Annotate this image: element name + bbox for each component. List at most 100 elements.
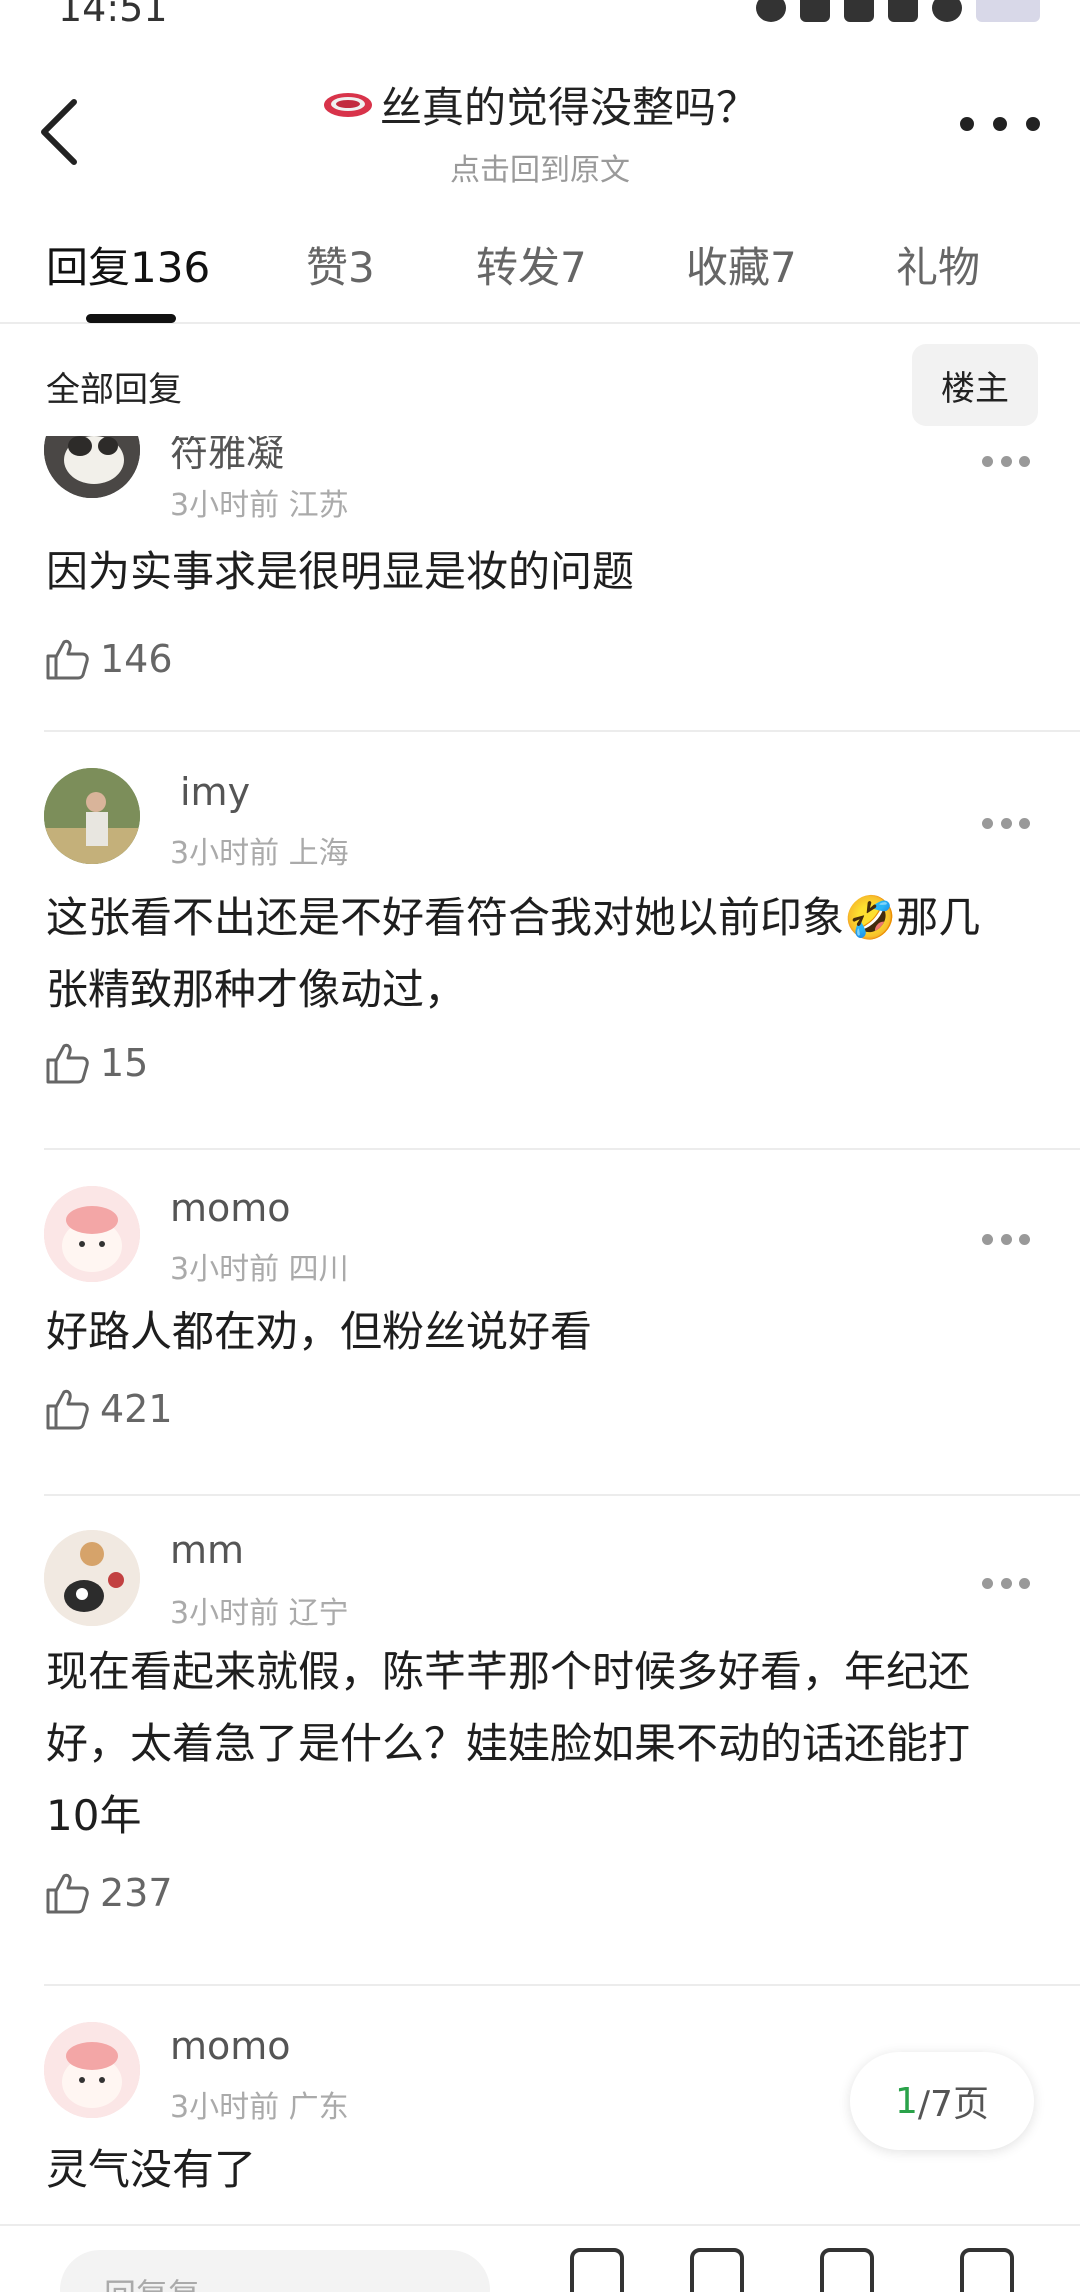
comment-meta: 3小时前 广东 — [170, 2090, 349, 2125]
like-button[interactable]: 237 — [44, 1870, 173, 1916]
hd-icon — [844, 0, 874, 22]
gift-icon[interactable] — [960, 2248, 1014, 2292]
more-dot-icon — [1000, 818, 1012, 829]
more-dot-icon — [1019, 1578, 1030, 1589]
comment-more-button[interactable] — [982, 818, 1030, 832]
tab-replies[interactable]: 回复136 — [46, 234, 210, 295]
comment-meta: 3小时前 辽宁 — [170, 1596, 349, 1631]
thumbs-up-icon — [46, 639, 89, 680]
more-dot-icon — [982, 1234, 993, 1245]
tab-label: 收藏 — [686, 243, 771, 292]
more-options-button[interactable] — [960, 104, 1040, 144]
comment-username[interactable]: imy — [180, 770, 250, 814]
comment-username[interactable]: momo — [170, 1186, 291, 1230]
more-dot-icon — [982, 1578, 993, 1589]
tab-count: 3 — [348, 243, 375, 292]
back-to-post-link[interactable]: 点击回到原文 — [200, 145, 880, 189]
user-avatar[interactable] — [44, 768, 140, 864]
avatar-image — [44, 1530, 140, 1626]
comment-meta: 3小时前 江苏 — [170, 488, 349, 523]
avatar-image — [44, 768, 140, 864]
thumbs-up-icon — [46, 1389, 89, 1430]
like-count: 146 — [100, 637, 173, 681]
comment-more-button[interactable] — [982, 1578, 1030, 1592]
comment-item: imy 3小时前 上海 这张看不出还是不好看符合我对她以前印象🤣那几张精致那种才… — [44, 732, 1080, 1150]
page-indicator[interactable]: 1/7页 — [850, 2052, 1034, 2150]
reply-input[interactable]: 回复复 — [60, 2250, 490, 2292]
tab-favorites[interactable]: 收藏7 — [686, 234, 797, 295]
share-icon[interactable] — [690, 2248, 744, 2292]
more-dot-icon — [1019, 1234, 1030, 1245]
more-dot-icon — [982, 456, 993, 467]
post-title-text: 丝真的觉得没整吗？ — [379, 83, 758, 132]
tab-gifts[interactable]: 礼物 — [896, 234, 980, 295]
like-button[interactable]: 146 — [44, 636, 173, 682]
current-page: 1 — [895, 2080, 918, 2122]
like-button[interactable]: 421 — [44, 1386, 173, 1432]
comment-text: 因为实事求是很明显是妆的问题 — [46, 547, 635, 596]
comment-more-button[interactable] — [982, 1234, 1030, 1248]
all-replies-label[interactable]: 全部回复 — [46, 362, 182, 411]
back-button[interactable] — [30, 92, 90, 172]
avatar-image — [44, 436, 140, 498]
tab-label: 转发 — [476, 243, 561, 292]
steak-emoji-icon — [323, 92, 372, 117]
user-avatar[interactable] — [44, 1186, 140, 1282]
wifi-icon — [932, 0, 962, 22]
comment-username[interactable]: 符雅凝 — [170, 436, 284, 477]
more-dot-icon — [1000, 456, 1012, 467]
more-dot-icon — [982, 818, 993, 829]
comment-meta: 3小时前 上海 — [170, 836, 349, 871]
like-button[interactable]: 15 — [44, 1040, 148, 1086]
tab-count: 7 — [560, 243, 587, 292]
avatar-image — [44, 1186, 140, 1282]
like-icon[interactable] — [570, 2248, 624, 2292]
comment-icon[interactable] — [820, 2248, 874, 2292]
tab-label: 礼物 — [896, 243, 981, 292]
tab-bar: 回复136 赞3 转发7 收藏7 礼物 — [0, 228, 1080, 324]
comment-text: 这张看不出还是不好看符合我对她以前印象🤣那几张精致那种才像动过， — [46, 893, 981, 1014]
more-dot-icon — [1000, 1234, 1012, 1245]
post-title: 丝真的觉得没整吗？ — [322, 74, 758, 135]
filter-row: 全部回复 楼主 — [0, 340, 1080, 430]
comment-username[interactable]: mm — [170, 1528, 244, 1572]
tab-label: 回复 — [46, 243, 131, 292]
comment-item: 符雅凝 3小时前 江苏 因为实事求是很明显是妆的问题 146 — [44, 436, 1080, 732]
more-dot-icon — [960, 117, 974, 131]
comment-text: 现在看起来就假，陈芊芊那个时候多好看，年纪还好，太着急了是什么？娃娃脸如果不动的… — [46, 1647, 971, 1840]
user-avatar[interactable] — [44, 2022, 140, 2118]
comment-text: 好路人都在劝，但粉丝说好看 — [46, 1307, 593, 1356]
like-count: 237 — [100, 1871, 173, 1915]
more-dot-icon — [1000, 1578, 1012, 1589]
comment-more-button[interactable] — [982, 456, 1030, 470]
tab-likes[interactable]: 赞3 — [306, 234, 375, 295]
user-avatar[interactable] — [44, 436, 140, 498]
signal-icon — [888, 0, 918, 22]
total-pages: /7页 — [917, 2084, 989, 2125]
bottom-action-bar: 回复复 — [0, 2224, 1080, 2292]
comment-text: 灵气没有了 — [46, 2145, 257, 2194]
like-count: 421 — [100, 1387, 173, 1431]
battery-icon — [976, 0, 1040, 22]
tab-count: 136 — [130, 243, 211, 292]
more-dot-icon — [993, 117, 1007, 131]
status-icons — [756, 0, 1040, 22]
title-area[interactable]: 丝真的觉得没整吗？ 点击回到原文 — [200, 74, 880, 189]
alarm-icon — [756, 0, 786, 22]
chevron-left-icon — [41, 99, 77, 165]
status-bar: 14:51 — [0, 0, 1080, 36]
comment-meta: 3小时前 四川 — [170, 1252, 349, 1287]
thumbs-up-icon — [46, 1873, 89, 1914]
more-dot-icon — [1026, 117, 1040, 131]
top-nav: 丝真的觉得没整吗？ 点击回到原文 — [0, 44, 1080, 194]
user-avatar[interactable] — [44, 1530, 140, 1626]
tab-reposts[interactable]: 转发7 — [476, 234, 587, 295]
tab-active-indicator — [86, 314, 176, 323]
thumbs-up-icon — [46, 1043, 89, 1084]
more-dot-icon — [1019, 456, 1030, 467]
like-count: 15 — [100, 1041, 149, 1085]
more-dot-icon — [1019, 818, 1030, 829]
tab-label: 赞 — [306, 243, 349, 292]
comment-username[interactable]: momo — [170, 2024, 291, 2068]
owner-only-button[interactable]: 楼主 — [912, 344, 1038, 426]
